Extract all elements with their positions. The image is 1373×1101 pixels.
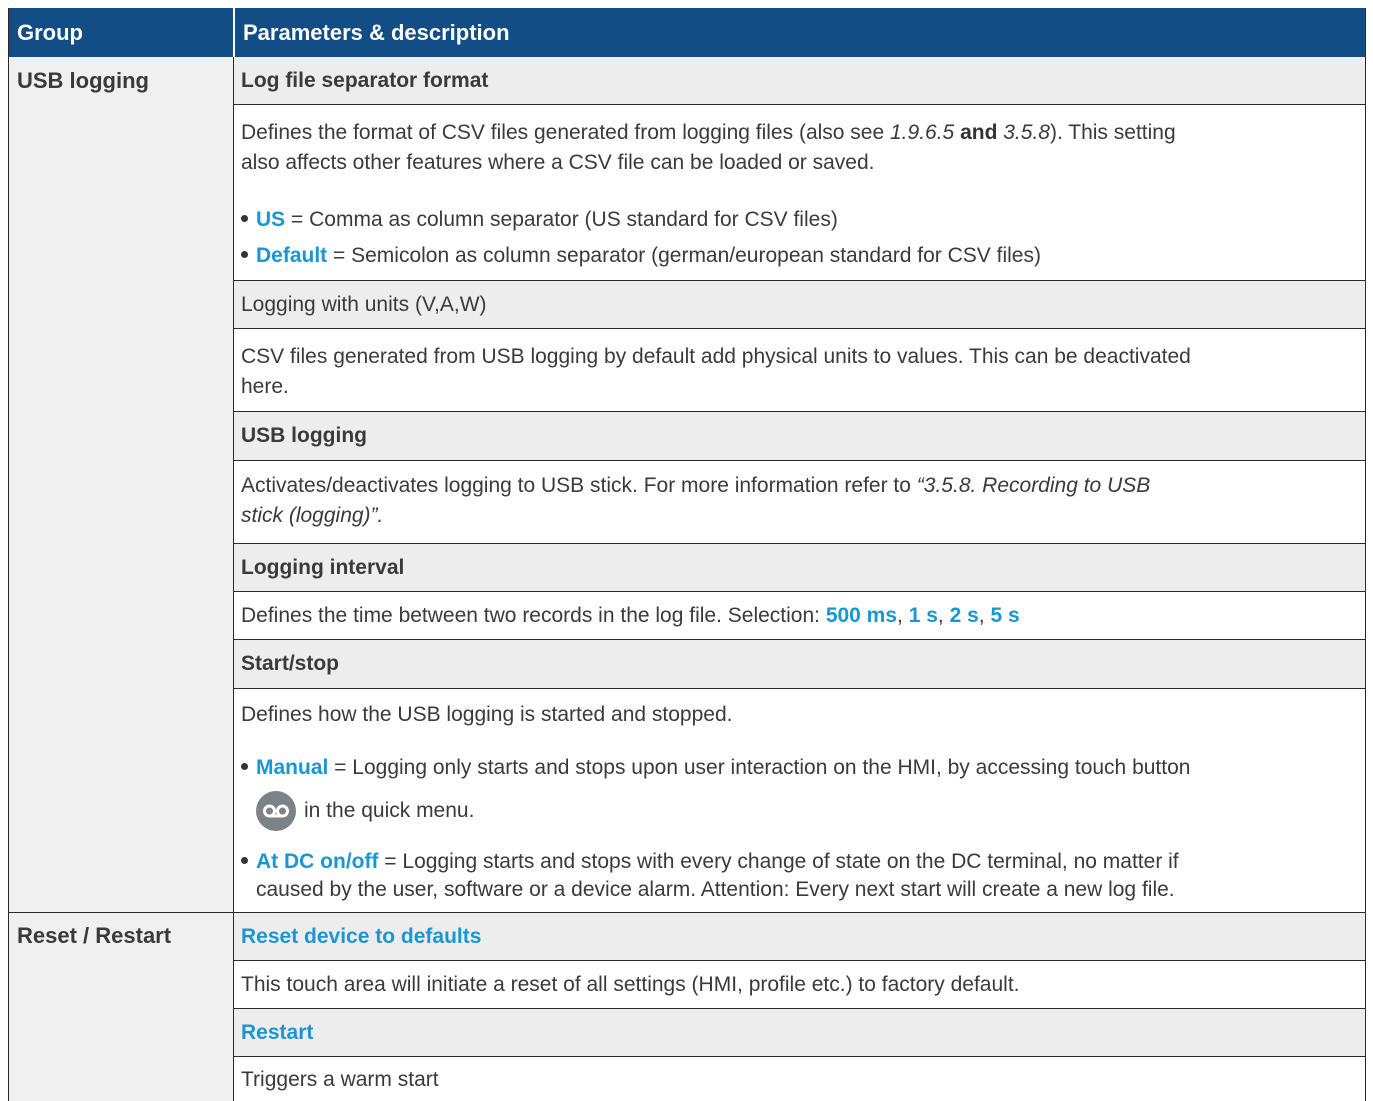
header-group-label: Group bbox=[17, 19, 83, 45]
parameter-table: Group Parameters & description USB loggi… bbox=[8, 8, 1366, 1101]
row-startstop-desc: Defines how the USB logging is started a… bbox=[234, 689, 1365, 913]
option-dc: At DC on/off = Logging starts and stops … bbox=[241, 847, 1179, 877]
group-usb-logging: USB logging bbox=[9, 57, 234, 912]
interval-title: Logging interval bbox=[241, 556, 405, 579]
startstop-title: Start/stop bbox=[241, 652, 340, 675]
option-dc-line2: caused by the user, software or a device… bbox=[256, 878, 1175, 901]
ref-1-9-6-5[interactable]: 1.9.6.5 bbox=[890, 121, 954, 144]
usb-logging-title: USB logging bbox=[241, 424, 367, 447]
row-interval-desc: Defines the time between two records in … bbox=[234, 592, 1365, 640]
manual-text-2: in the quick menu. bbox=[304, 799, 475, 822]
row-separator-desc: Defines the format of CSV files generate… bbox=[234, 105, 1365, 281]
option-default-key: Default bbox=[256, 244, 328, 267]
row-usb-logging-desc: Activates/deactivates logging to USB sti… bbox=[234, 461, 1365, 544]
interval-sep: , bbox=[897, 604, 909, 627]
interval-option-500ms: 500 ms bbox=[825, 604, 898, 627]
bullet-icon bbox=[241, 762, 248, 770]
record-icon bbox=[256, 791, 296, 831]
interval-sep: , bbox=[937, 604, 950, 627]
row-reset-title: Reset device to defaults bbox=[234, 913, 1365, 961]
row-restart-desc: Triggers a warm start bbox=[234, 1057, 1365, 1101]
bullet-icon bbox=[241, 214, 248, 222]
row-startstop-title: Start/stop bbox=[234, 640, 1365, 689]
option-dc-key: At DC on/off bbox=[256, 850, 379, 873]
interval-sep: , bbox=[978, 604, 991, 627]
row-restart-title: Restart bbox=[234, 1009, 1365, 1057]
option-manual-text: = Logging only starts and stops upon use… bbox=[328, 756, 1191, 779]
interval-option-5s: 5 s bbox=[990, 604, 1020, 627]
row-units-desc: CSV files generated from USB logging by … bbox=[234, 329, 1365, 412]
restart-title: Restart bbox=[241, 1021, 314, 1044]
restart-desc: Triggers a warm start bbox=[241, 1068, 439, 1091]
interval-desc: Defines the time between two records in … bbox=[241, 604, 826, 627]
usb-logging-desc-line2[interactable]: stick (logging)”. bbox=[241, 501, 383, 531]
bullet-icon bbox=[241, 856, 248, 864]
option-us: US = Comma as column separator (US stand… bbox=[241, 205, 838, 235]
group-reset-restart-label: Reset / Restart bbox=[17, 923, 172, 948]
group-reset-restart: Reset / Restart bbox=[9, 913, 234, 1101]
header-params: Parameters & description bbox=[235, 8, 1365, 57]
option-manual-key: Manual bbox=[256, 756, 329, 779]
reset-desc: This touch area will initiate a reset of… bbox=[241, 973, 1020, 996]
option-manual: Manual = Logging only starts and stops u… bbox=[241, 753, 1190, 783]
separator-desc-line2: also affects other features where a CSV … bbox=[241, 151, 875, 174]
option-default: Default = Semicolon as column separator … bbox=[241, 241, 1041, 271]
group-usb-logging-label: USB logging bbox=[17, 68, 149, 93]
row-usb-logging-title: USB logging bbox=[234, 412, 1365, 461]
and-text: and bbox=[954, 121, 1004, 144]
separator-desc-text: Defines the format of CSV files generate… bbox=[241, 121, 890, 144]
units-title: Logging with units (V,A,W) bbox=[241, 293, 487, 316]
row-separator-title: Log file separator format bbox=[234, 57, 1365, 105]
option-dc-text: = Logging starts and stops with every ch… bbox=[378, 850, 1179, 873]
header-group: Group bbox=[9, 8, 235, 57]
units-desc-line2: here. bbox=[241, 375, 289, 398]
row-interval-title: Logging interval bbox=[234, 544, 1365, 592]
separator-desc-text-2: ). This setting bbox=[1049, 121, 1176, 144]
option-us-key: US bbox=[256, 208, 286, 231]
header-params-label: Parameters & description bbox=[243, 19, 510, 45]
bullet-icon bbox=[241, 250, 248, 258]
usb-logging-desc-text: Activates/deactivates logging to USB sti… bbox=[241, 474, 917, 497]
row-reset-desc: This touch area will initiate a reset of… bbox=[234, 961, 1365, 1009]
interval-option-2s: 2 s bbox=[949, 604, 979, 627]
reset-title: Reset device to defaults bbox=[241, 925, 482, 948]
startstop-desc: Defines how the USB logging is started a… bbox=[241, 703, 733, 726]
units-desc-line1: CSV files generated from USB logging by … bbox=[241, 345, 1191, 368]
interval-option-1s: 1 s bbox=[908, 604, 938, 627]
ref-3-5-8[interactable]: 3.5.8 bbox=[1003, 121, 1050, 144]
manual-line2: in the quick menu. bbox=[256, 791, 474, 831]
option-us-text: = Comma as column separator (US standard… bbox=[285, 208, 838, 231]
separator-desc-line1: Defines the format of CSV files generate… bbox=[241, 118, 1176, 148]
row-units-title: Logging with units (V,A,W) bbox=[234, 281, 1365, 329]
usb-logging-desc-line1: Activates/deactivates logging to USB sti… bbox=[241, 471, 1150, 501]
ref-recording-usb[interactable]: “3.5.8. Recording to USB bbox=[917, 474, 1150, 497]
separator-title: Log file separator format bbox=[241, 69, 489, 92]
option-default-text: = Semicolon as column separator (german/… bbox=[327, 244, 1041, 267]
